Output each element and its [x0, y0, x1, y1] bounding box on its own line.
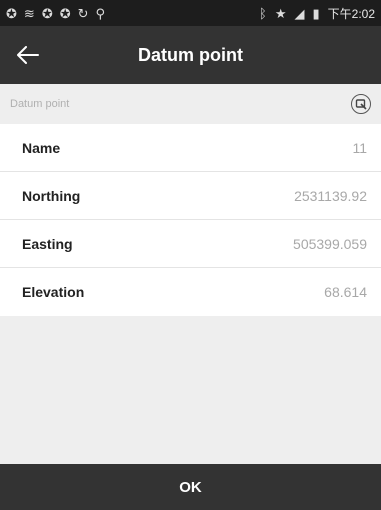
- field-row-name: Name 11: [0, 124, 381, 172]
- sync-icon: ✪: [6, 5, 17, 21]
- refresh-icon: ↻: [77, 5, 89, 21]
- field-value: 11: [352, 139, 367, 156]
- ok-button[interactable]: OK: [0, 464, 381, 510]
- status-icons-right: ᛒ ★ ◢ ▮ 下午2:02: [259, 5, 375, 22]
- app-bar: Datum point: [0, 26, 381, 84]
- signal-icon: ◢: [294, 5, 305, 21]
- section-label: Datum point: [10, 98, 70, 110]
- back-button[interactable]: [12, 39, 44, 71]
- field-value: 2531139.92: [294, 187, 367, 204]
- location-icon: ⚲: [95, 5, 106, 21]
- datum-point-list: Name 11 Northing 2531139.92 Easting 5053…: [0, 124, 381, 316]
- bluetooth-icon: ᛒ: [259, 5, 267, 21]
- section-header: Datum point: [0, 84, 381, 124]
- field-label: Northing: [22, 187, 81, 204]
- sync-icon: ✪: [41, 5, 53, 21]
- wifi-icon: ≋: [23, 5, 35, 21]
- status-bar: ✪ ≋ ✪ ✪ ↻ ⚲ ᛒ ★ ◢ ▮ 下午2:02: [0, 0, 381, 26]
- field-row-elevation: Elevation 68.614: [0, 268, 381, 316]
- field-value: 68.614: [324, 284, 367, 300]
- field-label: Elevation: [22, 284, 85, 300]
- field-row-northing: Northing 2531139.92: [0, 172, 381, 220]
- status-icons-left: ✪ ≋ ✪ ✪ ↻ ⚲: [6, 7, 105, 20]
- sync-icon: ✪: [59, 5, 71, 21]
- page-title: Datum point: [138, 44, 243, 65]
- star-icon: ★: [274, 5, 287, 21]
- status-time: 下午2:02: [327, 6, 375, 21]
- select-icon: [355, 99, 367, 110]
- select-point-button[interactable]: [351, 94, 371, 114]
- field-label: Easting: [22, 235, 73, 252]
- field-row-easting: Easting 505399.059: [0, 220, 381, 268]
- field-value: 505399.059: [293, 235, 367, 252]
- battery-icon: ▮: [312, 5, 320, 21]
- arrow-left-icon: [17, 46, 39, 64]
- field-label: Name: [22, 139, 61, 156]
